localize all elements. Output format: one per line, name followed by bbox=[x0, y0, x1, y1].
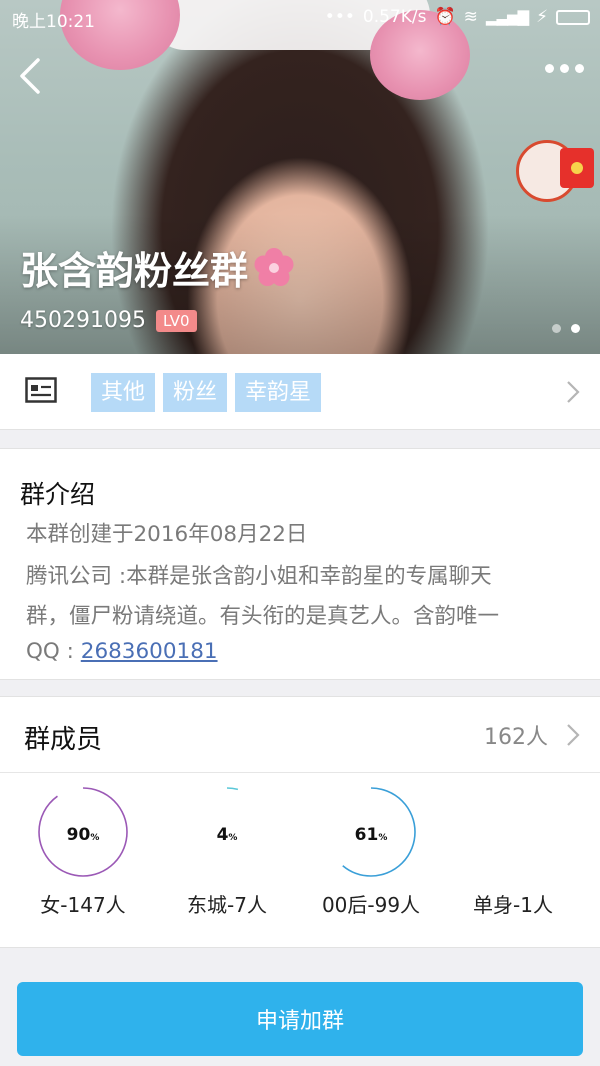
group-number: 450291095 bbox=[20, 308, 146, 333]
wifi-icon: ≋ bbox=[463, 7, 478, 27]
intro-desc-line2: 群，僵尸粉请绕道。有头衔的是真艺人。含韵唯一 bbox=[26, 604, 500, 629]
member-stat-single[interactable]: 单身-1人 bbox=[438, 785, 588, 925]
signal-icon: ▂▃▅▇ bbox=[485, 8, 529, 26]
stat-caption: 女-147人 bbox=[40, 893, 126, 917]
chevron-right-icon[interactable] bbox=[566, 380, 580, 404]
group-tags-row[interactable]: 其他 粉丝 幸韵星 bbox=[0, 354, 600, 430]
tag-xingyunxing[interactable]: 幸韵星 bbox=[235, 373, 322, 412]
notification-dots-icon: ••• bbox=[324, 7, 355, 27]
stat-caption: 单身-1人 bbox=[473, 893, 553, 917]
back-arrow-icon[interactable] bbox=[14, 56, 50, 96]
group-intro-section: 群介绍 本群创建于2016年08月22日 腾讯公司 :本群是张含韵小姐和幸韵星的… bbox=[0, 448, 600, 680]
join-group-button[interactable]: 申请加群 bbox=[17, 982, 583, 1056]
qq-label: QQ : bbox=[26, 639, 81, 664]
alarm-icon: ⏰ bbox=[434, 7, 456, 27]
chevron-right-icon bbox=[567, 724, 580, 746]
stat-percent: 4% bbox=[216, 825, 238, 845]
profile-card-icon bbox=[25, 377, 57, 403]
group-name-text: 张含韵粉丝群 bbox=[20, 249, 249, 293]
group-header-photo: 晚上10:21 ••• 0.57K/s ⏰ ≋ ▂▃▅▇ ⚡ 张含韵粉丝群 45… bbox=[0, 0, 600, 354]
stat-caption: 00后-99人 bbox=[321, 893, 421, 917]
members-title: 群成员 bbox=[24, 725, 103, 755]
stat-percent: 90% bbox=[66, 825, 100, 845]
flower-icon bbox=[254, 247, 294, 286]
red-packet-icon[interactable] bbox=[516, 136, 594, 210]
more-icon[interactable] bbox=[545, 64, 584, 73]
members-header[interactable]: 群成员 162人 bbox=[0, 697, 600, 773]
battery-icon bbox=[556, 9, 590, 25]
tag-list: 其他 粉丝 幸韵星 bbox=[91, 373, 322, 412]
level-badge: LV0 bbox=[155, 309, 197, 332]
member-stat-region[interactable]: 4% 东城-7人 bbox=[152, 785, 302, 925]
carousel-dot-active bbox=[571, 324, 580, 333]
charging-icon: ⚡ bbox=[536, 7, 548, 27]
intro-created: 本群创建于2016年08月22日 bbox=[26, 522, 308, 547]
tag-fans[interactable]: 粉丝 bbox=[163, 373, 228, 412]
member-stat-age[interactable]: 61% 00后-99人 bbox=[296, 785, 446, 925]
group-number-row: 450291095 LV0 bbox=[20, 308, 197, 333]
status-bar: 晚上10:21 ••• 0.57K/s ⏰ ≋ ▂▃▅▇ ⚡ bbox=[0, 0, 600, 34]
intro-qq-line: QQ : 2683600181 bbox=[26, 639, 218, 664]
group-members-section: 群成员 162人 90% 女-147人 4% 东城-7人 61% 00后-99人… bbox=[0, 696, 600, 948]
qq-number-link[interactable]: 2683600181 bbox=[81, 639, 218, 664]
intro-desc-line1: 腾讯公司 :本群是张含韵小姐和幸韵星的专属聊天 bbox=[26, 564, 492, 589]
stat-percent: 61% bbox=[354, 825, 388, 845]
group-name: 张含韵粉丝群 bbox=[20, 240, 296, 295]
tag-other[interactable]: 其他 bbox=[91, 373, 156, 412]
network-speed: 0.57K/s bbox=[362, 7, 427, 27]
carousel-dot bbox=[552, 324, 561, 333]
intro-title: 群介绍 bbox=[20, 480, 96, 509]
members-count: 162人 bbox=[484, 725, 548, 750]
stat-caption: 东城-7人 bbox=[187, 893, 267, 917]
carousel-indicator bbox=[552, 324, 580, 333]
status-time: 晚上10:21 bbox=[12, 12, 95, 32]
member-stat-female[interactable]: 90% 女-147人 bbox=[8, 785, 158, 925]
